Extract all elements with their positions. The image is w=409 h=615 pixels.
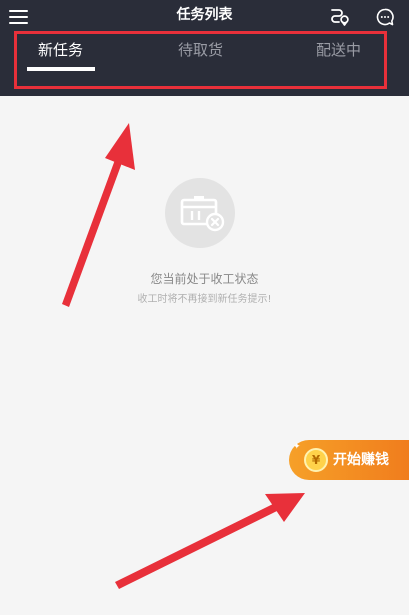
annotation-arrow-right [115,493,305,589]
annotation-arrow-up [62,123,135,307]
annotation-arrows [62,123,305,589]
